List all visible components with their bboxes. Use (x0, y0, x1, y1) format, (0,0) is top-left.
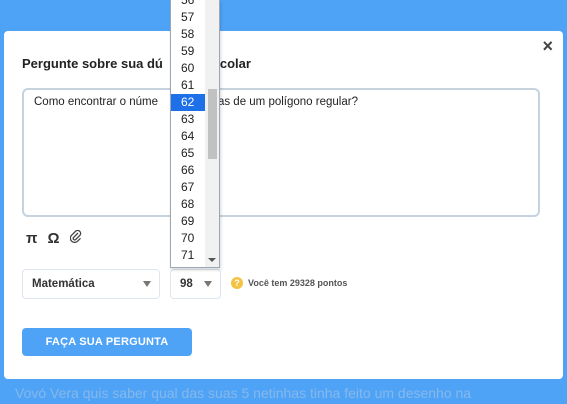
dropdown-option[interactable]: 70 (171, 230, 206, 247)
dropdown-option[interactable]: 65 (171, 145, 206, 162)
background-question-text: Vovó Vera quis saber qual das suas 5 net… (15, 385, 472, 401)
scrollbar-thumb[interactable] (208, 89, 217, 159)
dropdown-option[interactable]: 68 (171, 196, 206, 213)
heading-text: Pergunte sobre sua dú (22, 56, 163, 71)
dropdown-option[interactable]: 71 (171, 247, 206, 264)
dropdown-option[interactable]: 60 (171, 60, 206, 77)
chevron-down-icon (204, 281, 212, 287)
ask-question-modal: × Pergunte sobre sua dú colar Como encont… (4, 31, 563, 379)
dropdown-option[interactable]: 69 (171, 213, 206, 230)
points-value: 98 (180, 278, 193, 290)
dropdown-option[interactable]: 57 (171, 9, 206, 26)
dropdown-option[interactable]: 64 (171, 128, 206, 145)
points-dropdown-list[interactable]: 56 57 58 59 60 61 62 63 64 65 66 67 68 69 70 71 (170, 0, 220, 268)
heading-suffix: colar (219, 56, 251, 71)
subject-value: Matemática (32, 278, 95, 290)
close-icon[interactable]: × (542, 37, 553, 55)
points-select[interactable]: 98 (170, 269, 221, 299)
question-text-prefix: Como encontrar o núme (34, 96, 159, 108)
question-textarea[interactable]: Como encontrar o núme stas de um polígono… (22, 88, 540, 217)
scroll-down-arrow-icon[interactable] (208, 258, 216, 262)
dropdown-options: 56 57 58 59 60 61 62 63 64 65 66 67 68 69 70 71 (171, 0, 206, 264)
dropdown-option[interactable]: 63 (171, 111, 206, 128)
pi-icon[interactable]: π (26, 230, 37, 247)
coin-icon: ? (231, 277, 243, 289)
dropdown-option[interactable]: 66 (171, 162, 206, 179)
dropdown-option[interactable]: 56 (171, 0, 206, 9)
subject-select[interactable]: Matemática (22, 269, 160, 299)
attachment-icon[interactable] (69, 229, 82, 247)
question-text-suffix: stas de um polígono regular? (209, 96, 358, 108)
chevron-down-icon (143, 281, 151, 287)
dropdown-option[interactable]: 59 (171, 43, 206, 60)
editor-toolbar: π Ω (26, 229, 82, 247)
ask-question-button[interactable]: FAÇA SUA PERGUNTA (22, 328, 192, 356)
dropdown-scrollbar[interactable] (205, 0, 219, 267)
dropdown-option[interactable]: 61 (171, 77, 206, 94)
dropdown-option[interactable]: 67 (171, 179, 206, 196)
points-balance-text: Você tem 29328 pontos (248, 278, 348, 288)
omega-icon[interactable]: Ω (47, 230, 59, 247)
dropdown-option[interactable]: 58 (171, 26, 206, 43)
points-info: ? Você tem 29328 pontos (231, 277, 347, 289)
dropdown-option[interactable]: 62 (171, 94, 206, 111)
